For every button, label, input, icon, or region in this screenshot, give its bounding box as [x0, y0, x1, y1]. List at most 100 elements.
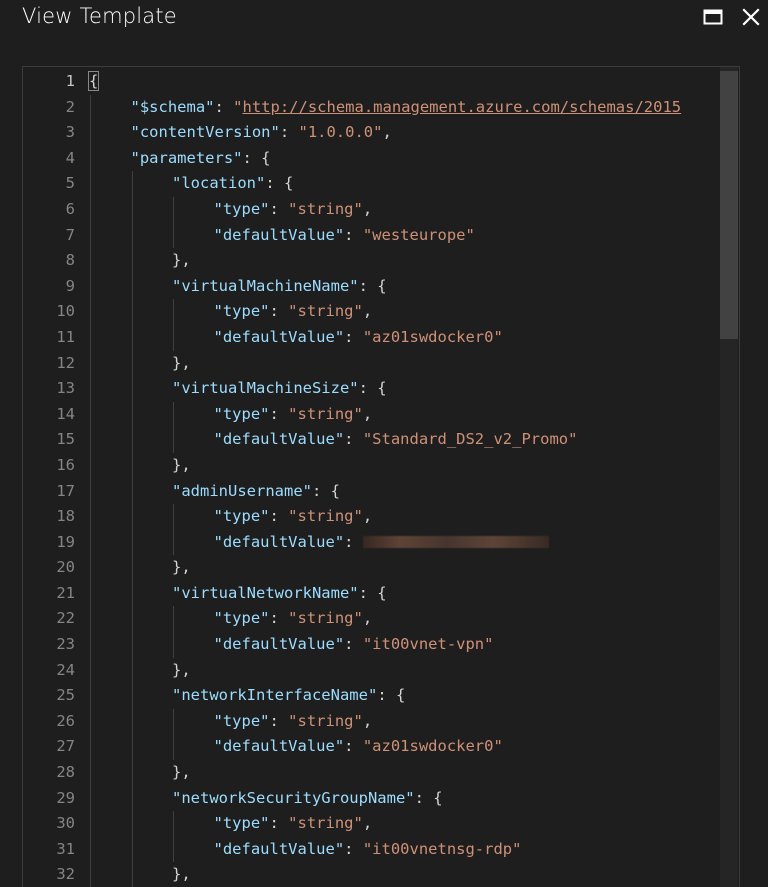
code-line[interactable]: 19 "defaultValue": — [23, 529, 739, 556]
json-punctuation: : — [344, 839, 363, 858]
indent-guide — [90, 273, 91, 300]
json-key: "parameters" — [130, 148, 243, 167]
json-punctuation: : — [269, 199, 289, 218]
line-content: "type": "string", — [214, 402, 373, 428]
json-key: "type" — [213, 302, 270, 321]
json-punctuation: }, — [172, 763, 191, 782]
code-line[interactable]: 17 "adminUsername": { — [23, 478, 739, 505]
indent-guide — [173, 427, 174, 453]
line-number: 29 — [56, 788, 75, 807]
line-content: "adminUsername": { — [172, 479, 340, 505]
code-line[interactable]: 27 "defaultValue": "az01swdocker0" — [23, 734, 739, 761]
indent-guide — [131, 734, 133, 761]
code-line[interactable]: 9 "virtualMachineName": { — [23, 273, 739, 300]
json-punctuation: , — [382, 123, 392, 142]
line-number: 17 — [56, 481, 75, 500]
line-number: 1 — [65, 72, 75, 90]
json-string: "string" — [288, 711, 363, 730]
indent-guide — [131, 427, 133, 453]
json-punctuation: , — [362, 609, 373, 628]
code-line[interactable]: 8}, — [23, 248, 739, 274]
line-content: "networkInterfaceName": { — [172, 683, 405, 709]
json-key: "defaultValue" — [213, 430, 345, 449]
json-punctuation: , — [362, 711, 373, 730]
line-number: 12 — [56, 353, 75, 372]
code-line[interactable]: 26 "type": "string", — [23, 708, 739, 735]
code-line[interactable]: 16}, — [23, 452, 739, 479]
indent-guide — [173, 529, 174, 556]
close-button[interactable] — [736, 4, 766, 30]
indent-guide — [90, 734, 91, 761]
code-line[interactable]: 30 "type": "string", — [23, 811, 739, 837]
json-punctuation: : — [269, 404, 289, 423]
json-key: "virtualMachineSize" — [172, 379, 359, 398]
json-punctuation: , — [362, 199, 373, 218]
indent-guide — [131, 401, 133, 428]
code-line[interactable]: 28}, — [23, 760, 739, 786]
json-punctuation: : { — [358, 583, 387, 602]
code-line[interactable]: 18 "type": "string", — [23, 504, 739, 530]
code-line[interactable]: 4 "parameters": { — [23, 145, 739, 172]
code-line[interactable]: 14 "type": "string", — [23, 401, 739, 428]
code-line[interactable]: 15 "defaultValue": "Standard_DS2_v2_Promo… — [23, 427, 739, 453]
scrollbar-thumb[interactable] — [720, 71, 738, 339]
json-key: "type" — [213, 404, 270, 423]
json-string: "string" — [288, 199, 363, 218]
code-line[interactable]: 1{ — [23, 69, 739, 95]
code-line[interactable]: 24}, — [23, 657, 739, 684]
code-line[interactable]: 29 "networkSecurityGroupName": { — [23, 785, 739, 812]
json-punctuation: : — [344, 532, 363, 551]
json-key: "location" — [172, 174, 266, 193]
template-code-editor[interactable]: 1{2 "$schema": "http://schema.management.… — [22, 66, 740, 887]
json-punctuation: : { — [377, 686, 406, 705]
code-line[interactable]: 31 "defaultValue": "it00vnetnsg-rdp" — [23, 836, 739, 863]
code-line[interactable]: 22 "type": "string", — [23, 606, 739, 633]
code-line[interactable]: 7 "defaultValue": "westeurope" — [23, 222, 739, 249]
json-string: "az01swdocker0" — [362, 327, 503, 346]
indent-guide — [131, 324, 133, 351]
line-content: }, — [172, 760, 191, 786]
indent-guide — [131, 452, 133, 479]
code-line[interactable]: 23 "defaultValue": "it00vnet-vpn" — [23, 632, 739, 658]
line-number: 28 — [56, 763, 75, 782]
code-line[interactable]: 10 "type": "string", — [23, 299, 739, 325]
indent-guide — [131, 760, 133, 786]
code-line[interactable]: 6 "type": "string", — [23, 196, 739, 223]
indent-guide — [131, 862, 133, 887]
json-punctuation: : — [269, 814, 289, 833]
code-line[interactable]: 2 "$schema": "http://schema.management.az… — [23, 94, 739, 121]
line-number: 23 — [56, 635, 75, 654]
maximize-button[interactable] — [698, 4, 728, 30]
line-number: 10 — [56, 302, 75, 321]
code-line[interactable]: 13 "virtualMachineSize": { — [23, 376, 739, 402]
vertical-scrollbar[interactable] — [720, 67, 738, 887]
json-key: "networkSecurityGroupName" — [172, 788, 415, 807]
code-line[interactable]: 5 "location": { — [23, 171, 739, 197]
json-key: "defaultValue" — [213, 532, 345, 551]
indent-guide — [90, 248, 91, 274]
indent-guide — [90, 94, 91, 121]
line-content: "virtualMachineSize": { — [172, 376, 387, 402]
line-number: 32 — [56, 865, 75, 884]
indent-guide — [90, 452, 91, 479]
indent-guide — [131, 376, 133, 402]
indent-guide — [173, 222, 174, 249]
code-line[interactable]: 11 "defaultValue": "az01swdocker0" — [23, 324, 739, 351]
code-line[interactable]: 25 "networkInterfaceName": { — [23, 683, 739, 709]
json-key: "$schema" — [130, 97, 215, 116]
indent-guide — [131, 657, 133, 684]
blade-title: View Template — [22, 4, 177, 28]
json-punctuation: : — [269, 609, 289, 628]
code-line[interactable]: 3 "contentVersion": "1.0.0.0", — [23, 120, 739, 146]
json-key: "type" — [213, 711, 270, 730]
code-line[interactable]: 12}, — [23, 350, 739, 377]
json-key: "virtualMachineName" — [172, 276, 359, 295]
code-line[interactable]: 32}, — [23, 862, 739, 887]
code-line[interactable]: 21 "virtualNetworkName": { — [23, 580, 739, 607]
indent-guide — [131, 350, 133, 377]
json-punctuation: : — [344, 430, 363, 449]
line-content: "type": "string", — [214, 811, 373, 837]
json-key: "type" — [213, 609, 270, 628]
indent-guide — [131, 555, 133, 581]
code-line[interactable]: 20}, — [23, 555, 739, 581]
